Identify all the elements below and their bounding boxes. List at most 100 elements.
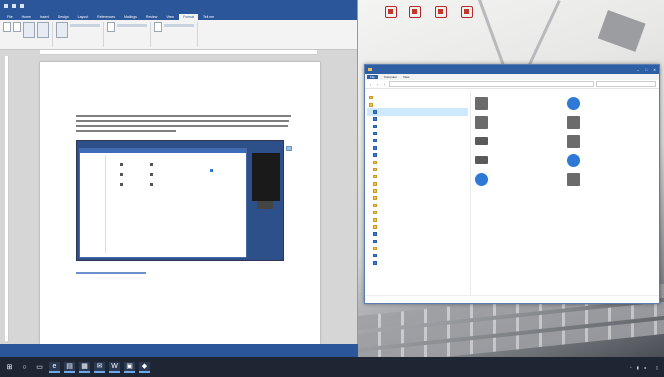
desktop-icon-1[interactable] (380, 6, 402, 20)
nav-item[interactable] (367, 152, 468, 159)
redo-icon[interactable] (20, 3, 24, 8)
undo-icon[interactable] (12, 3, 16, 8)
nav-item[interactable] (367, 101, 468, 108)
tab-view[interactable]: View (162, 14, 178, 20)
store-icon[interactable]: ▦ (79, 361, 90, 373)
ribbon-style-gallery[interactable] (70, 24, 100, 27)
word-icon[interactable]: W (109, 361, 120, 373)
file-tile[interactable] (475, 152, 563, 168)
folder-icon (373, 203, 377, 208)
file-tile[interactable] (475, 171, 563, 187)
drive-icon (373, 110, 377, 114)
nav-item[interactable] (367, 245, 468, 252)
mail-icon[interactable]: ✉ (94, 361, 105, 373)
desktop-icon-2[interactable] (404, 6, 426, 20)
ribbon-button[interactable] (37, 22, 49, 38)
nav-item[interactable] (367, 137, 468, 144)
nav-item[interactable] (367, 216, 468, 223)
ribbon-option[interactable] (117, 24, 147, 27)
embedded-screenshot-image[interactable] (76, 140, 284, 261)
nav-item[interactable] (367, 116, 468, 123)
tab-review[interactable]: Review (142, 14, 161, 20)
task-view-icon[interactable]: ▭ (34, 362, 45, 373)
layout-options-icon[interactable] (286, 146, 292, 151)
file-tile[interactable] (475, 133, 563, 149)
nav-item[interactable] (367, 159, 468, 166)
document-area[interactable] (10, 56, 352, 344)
tab-file[interactable]: File (3, 14, 17, 20)
folder-icon (373, 160, 377, 165)
file-tile[interactable] (567, 152, 655, 168)
shortcut-icon (409, 6, 421, 18)
folder-icon (368, 68, 372, 71)
file-tile[interactable] (567, 133, 655, 149)
chevron-up-icon[interactable]: ^ (630, 365, 632, 370)
volume-icon[interactable]: ◂ (644, 365, 646, 370)
nav-item[interactable] (367, 130, 468, 137)
tab-format[interactable]: Format (178, 14, 199, 20)
nav-item[interactable] (367, 173, 468, 180)
ribbon-button[interactable] (23, 22, 35, 38)
caption-link[interactable] (76, 272, 146, 274)
ribbon-button[interactable] (107, 22, 115, 32)
tab-file[interactable]: File (367, 75, 378, 79)
file-tile[interactable] (567, 171, 655, 187)
vertical-ruler[interactable] (5, 56, 9, 341)
edge-icon[interactable]: e (49, 361, 60, 373)
nav-item[interactable] (367, 231, 468, 238)
tab-computer[interactable]: Computer (384, 75, 397, 79)
horizontal-ruler[interactable] (40, 50, 317, 55)
tab-home[interactable]: Home (18, 14, 35, 20)
nav-item[interactable] (367, 144, 468, 151)
file-tile[interactable] (567, 95, 655, 111)
tab-view[interactable]: View (403, 75, 409, 79)
document-page[interactable] (40, 62, 320, 344)
ribbon-button[interactable] (13, 22, 21, 32)
up-icon[interactable]: ↑ (382, 82, 387, 87)
nav-item[interactable] (367, 166, 468, 173)
nav-item[interactable] (367, 94, 468, 101)
nav-item[interactable] (367, 202, 468, 209)
file-tile[interactable] (475, 114, 563, 130)
save-icon[interactable] (4, 3, 8, 8)
tab-mailings[interactable]: Mailings (120, 14, 141, 20)
nav-item[interactable] (367, 209, 468, 216)
forward-icon[interactable]: › (375, 82, 380, 87)
nav-item[interactable] (367, 180, 468, 187)
desktop-icon-3[interactable] (430, 6, 452, 20)
ribbon-button[interactable] (3, 22, 11, 32)
nav-item[interactable] (367, 108, 468, 116)
search-icon[interactable]: ○ (19, 362, 30, 373)
file-tile[interactable] (475, 95, 563, 111)
close-icon[interactable]: ✕ (653, 68, 656, 72)
file-explorer-icon[interactable]: ▤ (64, 361, 75, 373)
notifications-icon[interactable]: ▯ (656, 365, 658, 370)
address-bar[interactable] (389, 81, 594, 87)
ribbon-button[interactable] (56, 22, 68, 38)
nav-item[interactable] (367, 252, 468, 259)
tab-references[interactable]: References (93, 14, 119, 20)
app-icon[interactable]: ◆ (139, 361, 150, 373)
nav-item[interactable] (367, 223, 468, 230)
ribbon-button[interactable] (154, 22, 162, 32)
network-icon[interactable]: ▮ (637, 365, 639, 370)
search-input[interactable] (596, 81, 656, 87)
minimize-icon[interactable]: – (637, 68, 639, 72)
photos-icon[interactable]: ▣ (124, 361, 135, 373)
desktop-icon-4[interactable] (456, 6, 478, 20)
nav-item[interactable] (367, 123, 468, 130)
back-icon[interactable]: ‹ (368, 82, 373, 87)
nav-item[interactable] (367, 259, 468, 266)
tab-insert[interactable]: Insert (36, 14, 53, 20)
windows-logo-icon[interactable]: ⊞ (4, 362, 15, 373)
nav-item[interactable] (367, 238, 468, 245)
nav-item[interactable] (367, 195, 468, 202)
tab-tell-me[interactable]: Tell me (199, 14, 218, 20)
tab-layout[interactable]: Layout (74, 14, 93, 20)
nav-item[interactable] (367, 187, 468, 194)
tab-design[interactable]: Design (54, 14, 73, 20)
maximize-icon[interactable]: □ (645, 68, 647, 72)
ribbon-option[interactable] (164, 24, 194, 27)
word-window: File Home Insert Design Layout Reference… (0, 0, 358, 357)
file-tile[interactable] (567, 114, 655, 130)
